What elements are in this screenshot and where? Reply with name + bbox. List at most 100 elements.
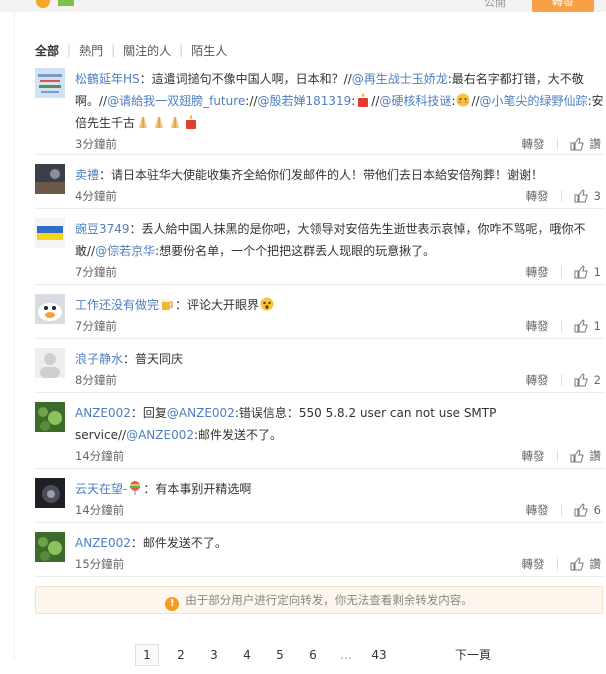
divider	[560, 190, 562, 202]
page-2[interactable]: 2	[170, 645, 192, 665]
repost-action[interactable]: 轉發	[526, 316, 549, 336]
visibility-label[interactable]: 公開	[484, 0, 506, 10]
next-page-button[interactable]: 下一頁	[455, 644, 491, 666]
filter-hot[interactable]: 熱門	[71, 42, 111, 59]
avatar[interactable]	[35, 478, 65, 508]
page-1[interactable]: 1	[135, 644, 159, 666]
repost-action[interactable]: 轉發	[526, 500, 549, 520]
username-link[interactable]: 松鶴延年HS	[75, 72, 140, 86]
username-link[interactable]: 工作还没有做完	[75, 298, 159, 312]
emoji-icon[interactable]	[36, 0, 50, 8]
avatar[interactable]	[35, 68, 65, 98]
mention-link[interactable]: @ANZE002	[126, 428, 194, 442]
comment-time: 3分鐘前	[75, 137, 117, 151]
mention-link[interactable]: @小笔尖的绿野仙踪	[480, 94, 588, 108]
repost-action[interactable]: 轉發	[522, 446, 545, 466]
username-link[interactable]: 云天在望-	[75, 482, 127, 496]
comment-time: 14分鐘前	[75, 449, 125, 463]
thumb-up-icon[interactable]	[574, 319, 588, 333]
filter-all[interactable]: 全部	[35, 42, 67, 59]
like-count[interactable]: 6	[594, 500, 601, 520]
comment-item: 工作还没有做完 ：评论大开眼界 7分鐘前 轉發 1	[35, 294, 605, 339]
balloon-emoji-icon	[127, 481, 143, 496]
comment-text: 云天在望- ：有本事别开精选啊	[75, 481, 252, 496]
avatar[interactable]	[35, 402, 65, 432]
comment-item: ANZE002：回复@ANZE002:错误信息：550 5.8.2 user c…	[35, 402, 605, 469]
page-43[interactable]: 43	[368, 645, 390, 665]
like-count[interactable]: 1	[594, 316, 601, 336]
beer-emoji-icon	[159, 298, 175, 312]
comment-text: 豌豆3749：丢人給中国人抹黑的是你吧，大领导对安倍先生逝世表示哀悼，你咋不骂呢…	[75, 222, 586, 258]
divider	[560, 504, 562, 516]
comment-time: 7分鐘前	[75, 265, 117, 279]
avatar[interactable]	[35, 294, 65, 324]
filter-tabs: 全部 | 熱門 | 關注的人 | 陌生人	[35, 40, 235, 60]
repost-action[interactable]: 轉發	[526, 262, 549, 282]
thumb-up-icon[interactable]	[574, 265, 588, 279]
like-count[interactable]: 讚	[590, 554, 602, 574]
comment-text: 工作还没有做完 ：评论大开眼界	[75, 294, 605, 316]
username-link[interactable]: ANZE002	[75, 536, 131, 550]
mention-link[interactable]: @倧若京华	[95, 244, 155, 258]
mention-link[interactable]: @请給我一双翅膀_future	[107, 94, 245, 108]
avatar[interactable]	[35, 348, 65, 378]
page-ellipsis: ...	[340, 648, 352, 662]
thumb-up-icon[interactable]	[570, 137, 584, 151]
repost-action[interactable]: 轉發	[526, 370, 549, 390]
avatar[interactable]	[35, 532, 65, 562]
repost-submit-button[interactable]: 轉發	[532, 0, 594, 12]
like-count[interactable]: 讚	[590, 134, 602, 154]
username-link[interactable]: ANZE002	[75, 406, 131, 420]
comment-item: 松鶴延年HS：這遣词搥句不像中国人啊，日本和？//@再生战士玉娇龙:最右名字都打…	[35, 68, 605, 155]
page-3[interactable]: 3	[203, 645, 225, 665]
divider	[560, 374, 562, 386]
page-6[interactable]: 6	[302, 645, 324, 665]
comment-time: 4分鐘前	[75, 189, 117, 203]
mention-link[interactable]: @殷若婵181319	[257, 94, 351, 108]
thumb-up-icon[interactable]	[574, 373, 588, 387]
repost-action[interactable]: 轉發	[526, 186, 549, 206]
divider	[560, 320, 562, 332]
mention-link[interactable]: @再生战士玉娇龙	[352, 72, 448, 86]
thumb-up-icon[interactable]	[574, 189, 588, 203]
image-icon[interactable]	[58, 0, 74, 6]
top-strip: 公開 轉發	[0, 0, 606, 12]
comment-time: 8分鐘前	[75, 373, 117, 387]
repost-action[interactable]: 轉發	[522, 134, 545, 154]
page-4[interactable]: 4	[236, 645, 258, 665]
thumb-up-icon[interactable]	[570, 449, 584, 463]
restricted-notice: ! 由于部分用户进行定向转发，你无法查看剩余转发内容。	[35, 586, 603, 614]
mention-link[interactable]: @硬核科技谜	[379, 94, 451, 108]
top-icons	[36, 0, 74, 8]
like-count[interactable]: 讚	[590, 446, 602, 466]
comment-text: 卖禮：请日本驻华大使能收集齐全給你们发邮件的人！带他们去日本給安倍殉葬！谢谢！	[75, 168, 544, 182]
thumb-up-icon[interactable]	[574, 503, 588, 517]
mention-link[interactable]: @ANZE002	[167, 406, 235, 420]
username-link[interactable]: 卖禮	[75, 168, 99, 182]
pray-emoji-icon	[151, 116, 167, 130]
info-icon: !	[165, 597, 180, 611]
comment-text: 浪子静水：普天同庆	[75, 352, 184, 366]
comment-time: 15分鐘前	[75, 557, 125, 571]
page-5[interactable]: 5	[269, 645, 291, 665]
repost-action[interactable]: 轉發	[522, 554, 545, 574]
like-count[interactable]: 1	[594, 262, 601, 282]
wow-emoji-icon	[259, 297, 275, 312]
username-link[interactable]: 豌豆3749	[75, 222, 130, 236]
comment-time: 14分鐘前	[75, 503, 125, 517]
notice-text: 由于部分用户进行定向转发，你无法查看剩余转发内容。	[185, 593, 473, 607]
filter-following[interactable]: 關注的人	[115, 42, 179, 59]
avatar[interactable]	[35, 218, 65, 248]
comment-item: 卖禮：请日本驻华大使能收集齐全給你们发邮件的人！带他们去日本給安倍殉葬！谢谢！ …	[35, 164, 605, 209]
thumb-up-icon[interactable]	[570, 557, 584, 571]
filter-strangers[interactable]: 陌生人	[183, 42, 235, 59]
like-count[interactable]: 2	[594, 370, 601, 390]
comment-item: 云天在望- ：有本事别开精选啊 14分鐘前 轉發 6	[35, 478, 605, 523]
repost-panel: 全部 | 熱門 | 關注的人 | 陌生人 松鶴延年HS：這遣词搥句不像中国人啊，…	[14, 12, 605, 666]
username-link[interactable]: 浪子静水	[75, 352, 123, 366]
face-emoji-icon	[455, 93, 471, 108]
avatar[interactable]	[35, 164, 65, 194]
comment-time: 7分鐘前	[75, 319, 117, 333]
pray-emoji-icon	[167, 116, 183, 130]
like-count[interactable]: 3	[594, 186, 601, 206]
